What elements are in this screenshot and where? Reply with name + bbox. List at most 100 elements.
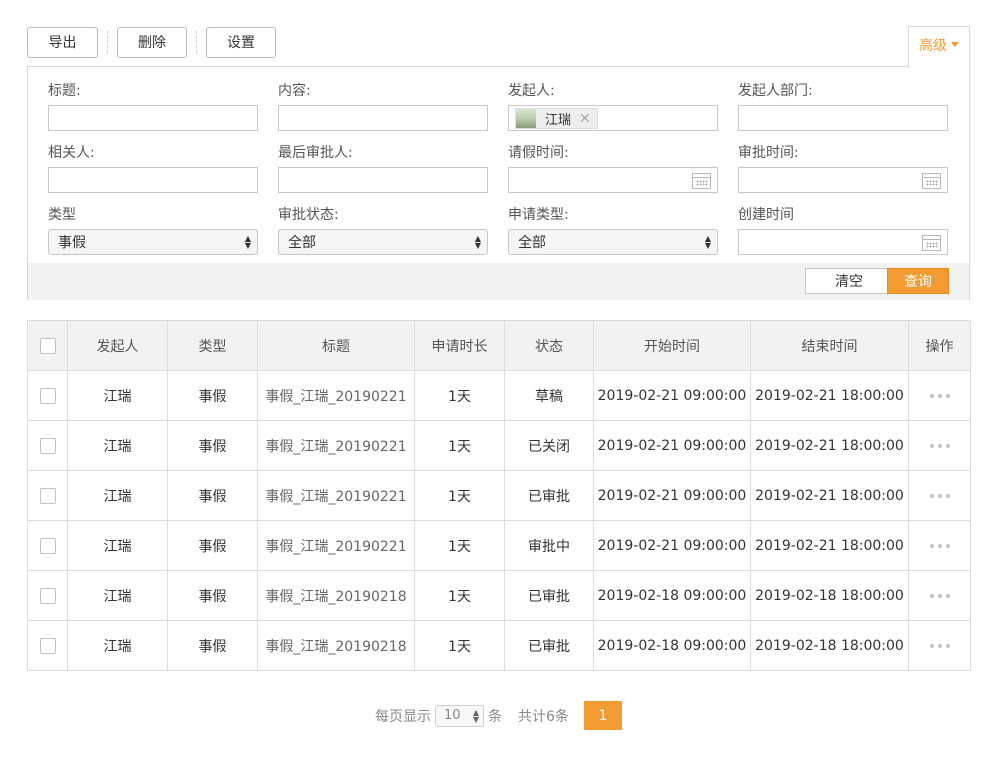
status-select-value: 全部 bbox=[288, 235, 316, 251]
last-approver-input[interactable] bbox=[278, 167, 488, 193]
end-time-cell: 2019-02-21 18:00:00 bbox=[750, 420, 909, 471]
initiator-dept-input[interactable] bbox=[738, 105, 948, 131]
initiator-input[interactable]: 江瑞 ✕ bbox=[508, 105, 718, 131]
initiator-tag: 江瑞 ✕ bbox=[515, 108, 598, 129]
apply-type-select-value: 全部 bbox=[518, 235, 546, 251]
status-cell: 已审批 bbox=[504, 570, 594, 621]
filter-panel: 标题: 内容: 发起人: 江瑞 ✕ 发起人部门: 相关人: 最后审批人: 请假时… bbox=[27, 66, 970, 300]
more-icon[interactable] bbox=[929, 543, 950, 548]
start-time-cell: 2019-02-18 09:00:00 bbox=[593, 620, 751, 671]
type-label: 类型 bbox=[48, 207, 76, 223]
column-header[interactable]: 结束时间 bbox=[750, 320, 909, 371]
content-input[interactable] bbox=[278, 105, 488, 131]
more-icon[interactable] bbox=[929, 593, 950, 598]
title-cell[interactable]: 事假_江瑞_20190218 bbox=[257, 570, 415, 621]
calendar-icon[interactable] bbox=[922, 173, 941, 189]
approve-time-label: 审批时间: bbox=[738, 145, 799, 161]
start-time-cell: 2019-02-21 09:00:00 bbox=[593, 420, 751, 471]
title-cell[interactable]: 事假_江瑞_20190218 bbox=[257, 620, 415, 671]
export-button[interactable]: 导出 bbox=[27, 26, 98, 58]
end-time-cell: 2019-02-21 18:00:00 bbox=[750, 370, 909, 421]
initiator-cell: 江瑞 bbox=[67, 420, 168, 471]
status-cell: 草稿 bbox=[504, 370, 594, 421]
title-input[interactable] bbox=[48, 105, 258, 131]
row-checkbox[interactable] bbox=[39, 487, 56, 504]
status-cell: 已审批 bbox=[504, 470, 594, 521]
apply-type-select[interactable]: 全部 ▲ ▼ bbox=[508, 229, 718, 255]
calendar-icon[interactable] bbox=[692, 173, 711, 189]
column-header[interactable]: 发起人 bbox=[67, 320, 168, 371]
column-header[interactable]: 申请时长 bbox=[414, 320, 505, 371]
calendar-icon[interactable] bbox=[922, 235, 941, 251]
more-icon[interactable] bbox=[929, 443, 950, 448]
row-checkbox[interactable] bbox=[39, 537, 56, 554]
status-filter: 审批状态: 全部 ▲ ▼ bbox=[278, 205, 488, 255]
type-cell: 事假 bbox=[167, 470, 258, 521]
related-input[interactable] bbox=[48, 167, 258, 193]
title-filter-label: 标题: bbox=[48, 83, 81, 99]
column-header: 操作 bbox=[908, 320, 971, 371]
close-icon[interactable]: ✕ bbox=[579, 111, 591, 127]
per-page-select[interactable]: 10 ▲ ▼ bbox=[435, 704, 484, 727]
start-time-cell: 2019-02-18 09:00:00 bbox=[593, 570, 751, 621]
toolbar: 导出 删除 设置 bbox=[27, 26, 276, 58]
duration-cell: 1天 bbox=[414, 520, 505, 571]
table-row[interactable]: 江瑞 事假 事假_江瑞_20190218 1天 已审批 2019-02-18 0… bbox=[27, 620, 971, 671]
column-header[interactable]: 类型 bbox=[167, 320, 258, 371]
title-filter: 标题: bbox=[48, 81, 258, 131]
end-time-cell: 2019-02-18 18:00:00 bbox=[750, 570, 909, 621]
type-cell: 事假 bbox=[167, 520, 258, 571]
apply-type-label: 申请类型: bbox=[508, 207, 569, 223]
leave-table: 发起人 类型 标题 申请时长 状态 开始时间 结束时间 操作 江瑞 事假 事假_… bbox=[27, 320, 971, 671]
duration-cell: 1天 bbox=[414, 420, 505, 471]
start-time-cell: 2019-02-21 09:00:00 bbox=[593, 470, 751, 521]
page-button-1[interactable]: 1 bbox=[583, 701, 622, 730]
created-time-input[interactable] bbox=[738, 229, 948, 255]
leave-time-label: 请假时间: bbox=[508, 145, 569, 161]
table-row[interactable]: 江瑞 事假 事假_江瑞_20190221 1天 草稿 2019-02-21 09… bbox=[27, 370, 971, 421]
more-icon[interactable] bbox=[929, 643, 950, 648]
type-select-value: 事假 bbox=[58, 235, 86, 251]
table-row[interactable]: 江瑞 事假 事假_江瑞_20190221 1天 已审批 2019-02-21 0… bbox=[27, 470, 971, 521]
end-time-cell: 2019-02-18 18:00:00 bbox=[750, 620, 909, 671]
column-header[interactable]: 状态 bbox=[504, 320, 594, 371]
column-header[interactable]: 标题 bbox=[257, 320, 415, 371]
per-page-value: 10 bbox=[444, 707, 461, 723]
row-checkbox[interactable] bbox=[39, 637, 56, 654]
select-all-checkbox[interactable] bbox=[39, 337, 56, 354]
related-filter: 相关人: bbox=[48, 143, 258, 193]
row-checkbox[interactable] bbox=[39, 587, 56, 604]
created-time-label: 创建时间 bbox=[738, 207, 794, 223]
advanced-toggle[interactable]: 高级 bbox=[908, 26, 970, 68]
type-cell: 事假 bbox=[167, 370, 258, 421]
table-header-row: 发起人 类型 标题 申请时长 状态 开始时间 结束时间 操作 bbox=[27, 320, 971, 371]
table-row[interactable]: 江瑞 事假 事假_江瑞_20190221 1天 审批中 2019-02-21 0… bbox=[27, 520, 971, 571]
last-approver-label: 最后审批人: bbox=[278, 145, 353, 161]
title-cell[interactable]: 事假_江瑞_20190221 bbox=[257, 470, 415, 521]
approve-time-input[interactable] bbox=[738, 167, 948, 193]
end-time-cell: 2019-02-21 18:00:00 bbox=[750, 520, 909, 571]
type-cell: 事假 bbox=[167, 620, 258, 671]
more-icon[interactable] bbox=[929, 493, 950, 498]
query-button[interactable]: 查询 bbox=[887, 268, 949, 294]
table-row[interactable]: 江瑞 事假 事假_江瑞_20190218 1天 已审批 2019-02-18 0… bbox=[27, 570, 971, 621]
delete-button[interactable]: 删除 bbox=[117, 26, 187, 58]
settings-button[interactable]: 设置 bbox=[206, 26, 276, 58]
clear-button[interactable]: 清空 bbox=[805, 268, 893, 294]
leave-time-input[interactable] bbox=[508, 167, 718, 193]
start-time-cell: 2019-02-21 09:00:00 bbox=[593, 370, 751, 421]
type-filter: 类型 事假 ▲ ▼ bbox=[48, 205, 258, 255]
last-approver-filter: 最后审批人: bbox=[278, 143, 488, 193]
title-cell[interactable]: 事假_江瑞_20190221 bbox=[257, 420, 415, 471]
title-cell[interactable]: 事假_江瑞_20190221 bbox=[257, 520, 415, 571]
more-icon[interactable] bbox=[929, 393, 950, 398]
status-select[interactable]: 全部 ▲ ▼ bbox=[278, 229, 488, 255]
row-checkbox[interactable] bbox=[39, 437, 56, 454]
title-cell[interactable]: 事假_江瑞_20190221 bbox=[257, 370, 415, 421]
column-header[interactable]: 开始时间 bbox=[593, 320, 751, 371]
initiator-dept-label: 发起人部门: bbox=[738, 83, 813, 99]
initiator-cell: 江瑞 bbox=[67, 470, 168, 521]
table-row[interactable]: 江瑞 事假 事假_江瑞_20190221 1天 已关闭 2019-02-21 0… bbox=[27, 420, 971, 471]
type-select[interactable]: 事假 ▲ ▼ bbox=[48, 229, 258, 255]
row-checkbox[interactable] bbox=[39, 387, 56, 404]
